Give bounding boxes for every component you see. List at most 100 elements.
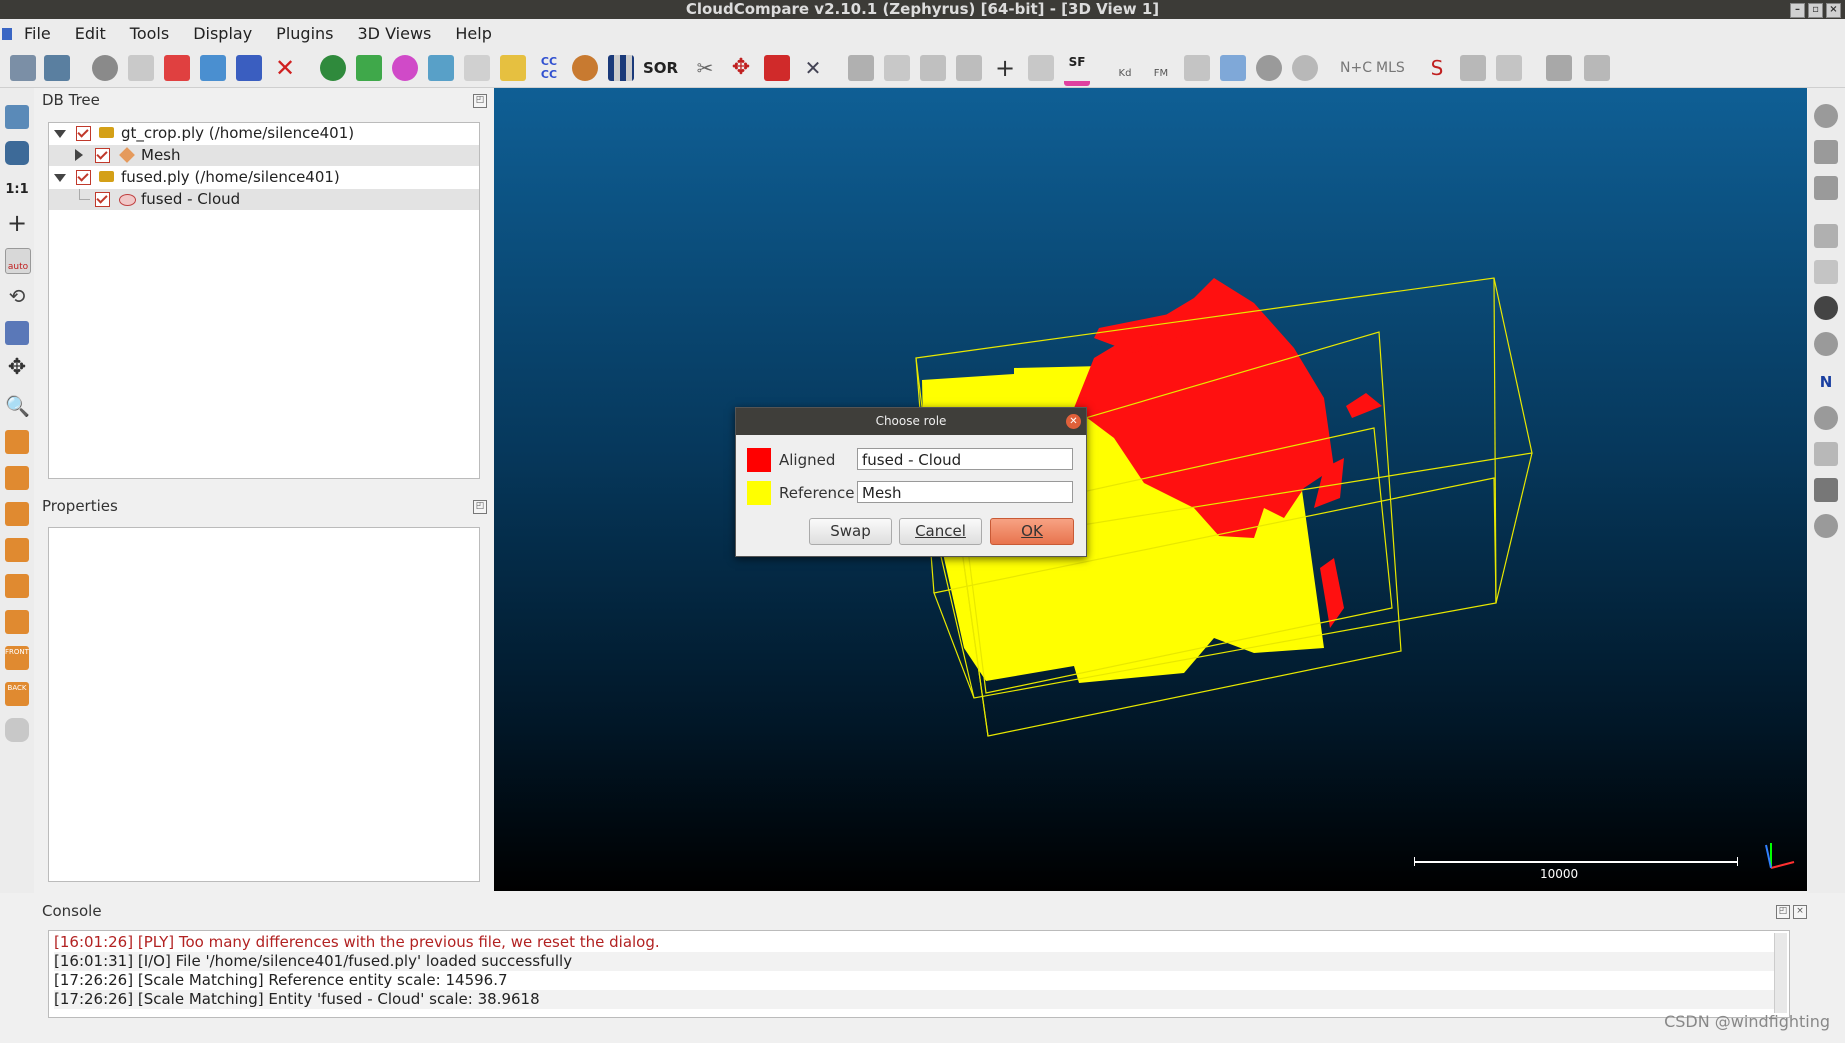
- visibility-checkbox[interactable]: [76, 170, 91, 185]
- normals-icon[interactable]: [464, 55, 490, 81]
- fm-icon[interactable]: FM: [1148, 55, 1174, 81]
- edl-icon[interactable]: [1814, 140, 1838, 164]
- cloud-icon[interactable]: [1460, 55, 1486, 81]
- menu-display[interactable]: Display: [181, 24, 264, 43]
- back-view-icon[interactable]: [5, 538, 29, 562]
- merge-icon[interactable]: [236, 55, 262, 81]
- top-view-icon[interactable]: [5, 430, 29, 454]
- export-icon[interactable]: [1496, 55, 1522, 81]
- rgb-icon[interactable]: [1814, 478, 1838, 502]
- visibility-checkbox[interactable]: [95, 192, 110, 207]
- iso-front-icon[interactable]: FRONT: [5, 646, 29, 670]
- plane-icon[interactable]: [1220, 55, 1246, 81]
- animation-icon[interactable]: [1814, 224, 1838, 248]
- kd-icon[interactable]: Kd: [1112, 55, 1138, 81]
- delete-icon[interactable]: ✕: [272, 55, 298, 81]
- left-view-icon[interactable]: [5, 502, 29, 526]
- hpr-icon[interactable]: [1814, 406, 1838, 430]
- compass-icon[interactable]: [1814, 296, 1838, 320]
- plus-icon[interactable]: +: [992, 55, 1018, 81]
- north-icon[interactable]: N: [1814, 370, 1838, 394]
- menu-edit[interactable]: Edit: [63, 24, 118, 43]
- collapse-arrow-icon[interactable]: [54, 130, 66, 138]
- restore-icon[interactable]: ▫: [1808, 3, 1823, 18]
- cross-icon[interactable]: ✕: [800, 55, 826, 81]
- histogram-icon[interactable]: [848, 55, 874, 81]
- pivot-icon[interactable]: [1814, 104, 1838, 128]
- tree-item-gt-crop[interactable]: gt_crop.ply (/home/silence401): [49, 123, 479, 144]
- nc-icon[interactable]: N+C: [1340, 55, 1372, 81]
- collapse-arrow-icon[interactable]: [54, 174, 66, 182]
- table-icon[interactable]: [956, 55, 982, 81]
- dialog-close-icon[interactable]: ✕: [1066, 414, 1081, 429]
- ratio-icon[interactable]: 1:1: [5, 178, 29, 202]
- sphere-icon-2[interactable]: [1256, 55, 1282, 81]
- front-view-icon[interactable]: [5, 466, 29, 490]
- sf-icon[interactable]: SF: [1064, 55, 1090, 86]
- point-picking-icon[interactable]: [164, 55, 190, 81]
- transform-icon[interactable]: ✥: [728, 55, 754, 81]
- segment-icon[interactable]: [764, 55, 790, 81]
- sor-icon[interactable]: SOR: [643, 55, 678, 81]
- circle-icon[interactable]: [1814, 514, 1838, 538]
- visibility-checkbox[interactable]: [76, 126, 91, 141]
- menu-3d-views[interactable]: 3D Views: [345, 24, 443, 43]
- clone-icon[interactable]: [200, 55, 226, 81]
- cc-icon[interactable]: CC CC: [536, 55, 562, 81]
- scissors-icon[interactable]: ✂: [692, 55, 718, 81]
- mesh-icon[interactable]: [1184, 55, 1210, 81]
- classify-icon[interactable]: [1584, 55, 1610, 81]
- mls-icon[interactable]: MLS: [1376, 55, 1405, 81]
- console-scrollbar[interactable]: [1774, 933, 1787, 1013]
- light-icon[interactable]: [1814, 260, 1838, 284]
- mesh-filter-icon[interactable]: [1814, 442, 1838, 466]
- tree-item-fused[interactable]: fused.ply (/home/silence401): [49, 167, 479, 188]
- expand-arrow-icon[interactable]: [75, 149, 83, 161]
- view-mode-icon[interactable]: [5, 321, 29, 345]
- reference-entity-field[interactable]: Mesh: [857, 481, 1073, 503]
- globe-icon[interactable]: [1292, 55, 1318, 81]
- sample-icon[interactable]: [392, 55, 418, 81]
- minimize-icon[interactable]: –: [1790, 3, 1805, 18]
- console-log[interactable]: [16:01:26] [PLY] Too many differences wi…: [48, 930, 1790, 1018]
- swap-button[interactable]: Swap: [809, 518, 892, 545]
- stereo-icon[interactable]: [5, 718, 29, 742]
- right-view-icon[interactable]: [5, 574, 29, 598]
- zoom-icon[interactable]: 🔍: [5, 394, 30, 418]
- list-icon[interactable]: [128, 55, 154, 81]
- rotate-icon[interactable]: ⟲: [5, 284, 29, 308]
- fine-registration-icon[interactable]: [356, 55, 382, 81]
- crosshair-icon[interactable]: +: [5, 211, 29, 236]
- save-icon[interactable]: [44, 55, 70, 81]
- auto-pivot-icon[interactable]: auto: [5, 248, 31, 274]
- bottom-view-icon[interactable]: [5, 610, 29, 634]
- calculator-icon[interactable]: [1028, 55, 1054, 81]
- menu-tools[interactable]: Tools: [118, 24, 181, 43]
- sphere-view-icon[interactable]: [1814, 332, 1838, 356]
- cancel-button[interactable]: Cancel: [899, 518, 982, 545]
- move-icon[interactable]: ✥: [5, 357, 29, 381]
- sphere-icon[interactable]: [572, 55, 598, 81]
- camera-icon[interactable]: [5, 141, 29, 165]
- ssao-icon[interactable]: [1814, 176, 1838, 200]
- aligned-entity-field[interactable]: fused - Cloud: [857, 448, 1073, 470]
- create-icon[interactable]: [1546, 55, 1572, 81]
- tree-item-fused-cloud[interactable]: fused - Cloud: [49, 189, 479, 210]
- registration-icon[interactable]: [320, 55, 346, 81]
- iso-back-icon[interactable]: BACK: [5, 682, 29, 706]
- menu-plugins[interactable]: Plugins: [264, 24, 345, 43]
- scalar-icon[interactable]: [500, 55, 526, 81]
- console-close-icon[interactable]: ×: [1793, 905, 1807, 919]
- s-icon[interactable]: S: [1424, 55, 1450, 81]
- open-icon[interactable]: [10, 55, 36, 81]
- close-icon[interactable]: ×: [1826, 3, 1841, 18]
- 3d-view[interactable]: [494, 88, 1807, 891]
- ok-button[interactable]: OK: [990, 518, 1074, 545]
- display-icon[interactable]: [5, 105, 29, 129]
- properties-float-icon[interactable]: ◰: [473, 500, 487, 514]
- console-float-icon[interactable]: ◰: [1776, 905, 1790, 919]
- menu-file[interactable]: File: [12, 24, 63, 43]
- tree-item-mesh[interactable]: Mesh: [49, 145, 479, 166]
- subsample-icon[interactable]: [428, 55, 454, 81]
- menu-help[interactable]: Help: [443, 24, 503, 43]
